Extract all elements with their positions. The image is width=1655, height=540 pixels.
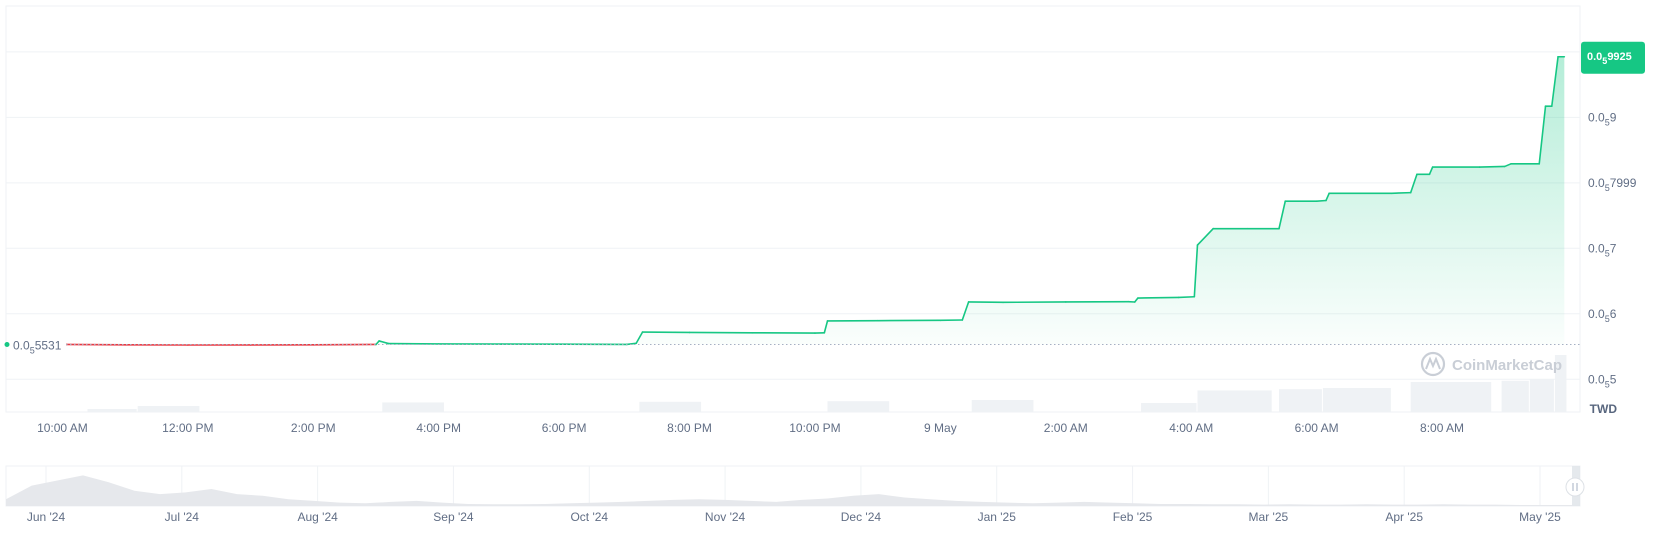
x-tick-label-8: 2:00 AM	[1044, 421, 1088, 435]
price-segment-35	[1315, 199, 1327, 202]
volume-bar-12	[1529, 379, 1554, 412]
y-tick-label-3: 0.057999	[1588, 176, 1637, 193]
y-axis-labels: 0.055 0.056 0.057 0.057999 0.059	[1588, 110, 1637, 389]
x-tick-label-4: 6:00 PM	[542, 421, 587, 435]
navigator-label-10: Apr '25	[1385, 510, 1423, 524]
navigator-label-5: Nov '24	[705, 510, 746, 524]
volume-bar-3	[639, 401, 702, 412]
volume-bar-5	[971, 400, 1034, 412]
volume-bar-10	[1410, 382, 1492, 412]
volume-bar-1	[137, 406, 200, 412]
y-tick-label-0: 0.055	[1588, 372, 1617, 389]
price-segment-27	[1137, 296, 1180, 299]
navigator-handle-knob[interactable]	[1565, 477, 1585, 497]
volume-bar-2	[382, 402, 444, 412]
price-area-fill	[62, 56, 1565, 345]
x-tick-label-7: 9 May	[924, 421, 957, 435]
navigator-handle[interactable]	[1565, 477, 1585, 497]
navigator-label-11: May '25	[1519, 510, 1561, 524]
volume-bar-9	[1322, 388, 1391, 412]
open-price-value: 0.055531	[13, 338, 62, 355]
open-price-label: 0.055531	[4, 335, 66, 355]
y-tick-label-4: 0.059	[1588, 110, 1617, 127]
price-segment-43	[1478, 165, 1506, 168]
watermark: CoinMarketCap	[1420, 351, 1562, 377]
navigator-month-labels: Jun '24 Jul '24 Aug '24 Sep '24 Oct '24 Nov '…	[27, 510, 1561, 524]
price-area	[62, 56, 1565, 345]
volume-bars	[87, 355, 1567, 412]
navigator-label-7: Jan '25	[978, 510, 1017, 524]
x-axis-labels: 10:00 AM 12:00 PM 2:00 PM 4:00 PM 6:00 PM 8:0…	[37, 421, 1464, 435]
volume-bar-8	[1278, 389, 1322, 412]
navigator-label-9: Mar '25	[1249, 510, 1289, 524]
navigator-label-3: Sep '24	[433, 510, 474, 524]
open-price-marker	[4, 341, 10, 347]
price-segment-38	[1391, 191, 1412, 195]
navigator-label-4: Oct '24	[570, 510, 608, 524]
navigator-label-6: Dec '24	[841, 510, 882, 524]
x-tick-label-0: 10:00 AM	[37, 421, 88, 435]
x-tick-label-2: 2:00 PM	[291, 421, 336, 435]
price-chart[interactable]: CoinMarketCap 0.0550.0560.0570.0579990.0…	[0, 0, 1655, 540]
y-tick-label-2: 0.057	[1588, 241, 1617, 258]
navigator-label-0: Jun '24	[27, 510, 66, 524]
coinmarketcap-logo-mark	[1425, 356, 1441, 370]
volume-bar-7	[1197, 390, 1272, 412]
watermark-text: CoinMarketCap	[1452, 357, 1562, 374]
navigator-label-1: Jul '24	[165, 510, 200, 524]
x-tick-label-3: 4:00 PM	[416, 421, 461, 435]
current-price-tag: 0.059925	[1581, 41, 1645, 74]
volume-bar-4	[827, 401, 890, 412]
volume-bar-0	[87, 409, 137, 412]
navigator-label-8: Feb '25	[1113, 510, 1153, 524]
x-tick-label-6: 10:00 PM	[789, 421, 840, 435]
navigator-label-2: Aug '24	[297, 510, 338, 524]
x-tick-label-1: 12:00 PM	[162, 421, 213, 435]
volume-bar-6	[1141, 403, 1197, 412]
x-tick-label-10: 6:00 AM	[1295, 421, 1339, 435]
currency-label: TWD	[1590, 402, 1618, 416]
price-segment-28	[1177, 295, 1196, 299]
y-tick-label-1: 0.056	[1588, 307, 1617, 324]
x-tick-label-9: 4:00 AM	[1169, 421, 1213, 435]
range-navigator[interactable]: Jun '24 Jul '24 Aug '24 Sep '24 Oct '24 Nov '…	[5, 465, 1585, 524]
x-tick-label-5: 8:00 PM	[667, 421, 712, 435]
x-tick-label-11: 8:00 AM	[1420, 421, 1464, 435]
volume-bar-11	[1501, 380, 1529, 412]
